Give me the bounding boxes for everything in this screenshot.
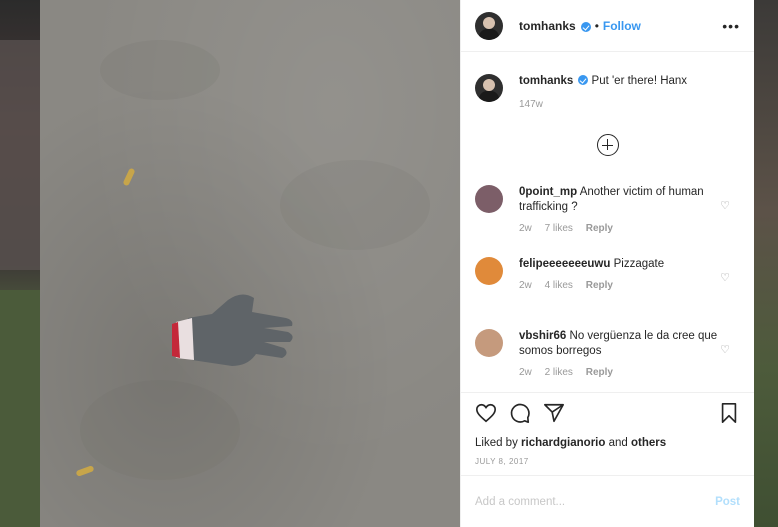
comment-username[interactable]: felipeeeeeeeuwu: [519, 258, 610, 270]
background-blur: [0, 40, 40, 270]
liked-by-user[interactable]: richardgianorio: [521, 437, 605, 449]
username[interactable]: tomhanks: [519, 19, 576, 33]
texture: [280, 160, 430, 250]
heart-icon[interactable]: ♡: [720, 199, 730, 212]
add-circle-icon[interactable]: [596, 134, 619, 156]
heart-icon[interactable]: ♡: [720, 343, 730, 356]
comment-time[interactable]: 2w: [519, 367, 532, 378]
comment-username[interactable]: vbshir66: [519, 330, 566, 342]
comment-icon[interactable]: [509, 402, 531, 424]
comment-likes[interactable]: 2 likes: [545, 367, 573, 378]
load-more[interactable]: [461, 134, 754, 161]
comment-time[interactable]: 2w: [519, 280, 532, 291]
reply-button[interactable]: Reply: [586, 367, 613, 378]
post-header: tomhanks • Follow •••: [461, 0, 754, 52]
caption-username[interactable]: tomhanks: [519, 75, 573, 87]
comment-username[interactable]: 0point_mp: [519, 186, 577, 198]
share-icon[interactable]: [543, 402, 565, 424]
list-item: vbshir66 No vergüenza le da cree que som…: [461, 321, 754, 390]
avatar[interactable]: [475, 185, 503, 213]
post-button[interactable]: Post: [715, 496, 740, 508]
list-item: felipeeeeeeeuwu Pizzagate 2w 4 likes Rep…: [461, 249, 754, 321]
liked-by-others[interactable]: others: [631, 437, 666, 449]
reply-button[interactable]: Reply: [586, 280, 613, 291]
verified-icon: [580, 21, 591, 32]
heart-icon[interactable]: [475, 402, 497, 424]
comment-time[interactable]: 2w: [519, 223, 532, 234]
avatar[interactable]: [475, 11, 503, 40]
background-feed-left: [0, 0, 40, 527]
avatar[interactable]: [475, 74, 503, 102]
post-actions: Liked by richardgianorio and others JULY…: [461, 392, 754, 472]
add-comment-bar: Post: [461, 475, 754, 527]
verified-icon: [578, 75, 589, 85]
liked-by-prefix: Liked by: [475, 437, 518, 449]
list-item: 0point_mp Another victim of human traffi…: [461, 177, 754, 249]
caption: tomhanks Put 'er there! Hanx 147w: [461, 60, 754, 112]
comment-likes[interactable]: 7 likes: [545, 223, 573, 234]
glove-image: [172, 294, 293, 366]
liked-by-conj: and: [608, 437, 628, 449]
separator: •: [594, 18, 599, 33]
avatar[interactable]: [475, 257, 503, 285]
comment-input[interactable]: [475, 495, 716, 508]
background-blur: [0, 290, 40, 527]
post-side-panel: tomhanks • Follow ••• tomhanks Put 'er t…: [460, 0, 754, 527]
heart-icon[interactable]: ♡: [720, 271, 730, 284]
follow-button[interactable]: Follow: [603, 19, 641, 33]
post-image[interactable]: [40, 0, 460, 527]
texture: [80, 380, 240, 480]
leaf: [122, 167, 136, 187]
more-icon[interactable]: •••: [722, 18, 740, 34]
comment-text: Pizzagate: [613, 258, 665, 270]
texture: [100, 40, 220, 100]
avatar[interactable]: [475, 329, 503, 357]
caption-text: Put 'er there! Hanx: [591, 75, 688, 87]
bookmark-icon[interactable]: [718, 402, 740, 424]
leaf: [75, 465, 95, 477]
reply-button[interactable]: Reply: [586, 223, 613, 234]
post-date[interactable]: JULY 8, 2017: [475, 457, 740, 466]
background-feed-right: [754, 0, 778, 527]
comments-list[interactable]: tomhanks Put 'er there! Hanx 147w 0point…: [461, 60, 754, 390]
comment-likes[interactable]: 4 likes: [545, 280, 573, 291]
liked-by: Liked by richardgianorio and others: [475, 437, 740, 449]
caption-time[interactable]: 147w: [519, 99, 543, 110]
